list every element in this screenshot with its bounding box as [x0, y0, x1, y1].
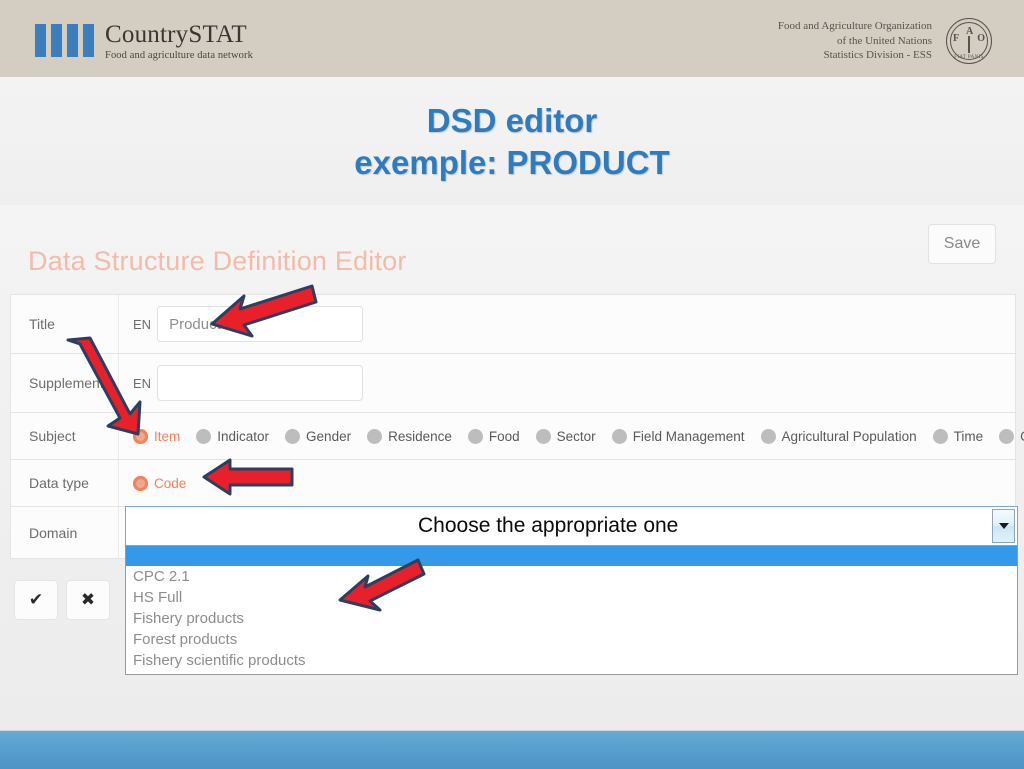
confirm-button[interactable]: ✔ [14, 580, 58, 620]
footer-band [0, 730, 1024, 769]
subject-option-geo[interactable]: Geo [999, 428, 1024, 444]
annotation-arrow-domain [338, 558, 426, 612]
subject-option-food[interactable]: Food [467, 428, 520, 444]
brand-tagline: Food and agriculture data network [105, 50, 253, 61]
fao-letter-a: A [966, 26, 974, 37]
radio-dot-icon [285, 428, 301, 444]
radio-label: Food [488, 428, 520, 444]
logo-bars-icon [35, 24, 94, 57]
domain-dropdown-list[interactable]: CPC 2.1 HS Full Fishery products Forest pro… [125, 546, 1018, 675]
subject-radio-group: Item Indicator Gender Residence Food Sector Fi… [133, 428, 1024, 444]
domain-option[interactable]: Forest products [126, 629, 1017, 650]
radio-label: Time [953, 428, 984, 444]
radio-label: Gender [306, 428, 352, 444]
subject-option-time[interactable]: Time [932, 428, 984, 444]
radio-dot-icon [467, 428, 483, 444]
domain-option[interactable]: Fishery scientific products [126, 650, 1017, 671]
radio-dot-icon [367, 428, 383, 444]
form-row-title: Title EN Product [11, 295, 1015, 354]
radio-label: Residence [388, 428, 452, 444]
radio-dot-icon [999, 428, 1015, 444]
subject-option-sector[interactable]: Sector [535, 428, 596, 444]
chevron-down-icon[interactable] [992, 509, 1015, 543]
annotation-choose-text: Choose the appropriate one [418, 514, 679, 537]
domain-option[interactable]: HS Full [126, 587, 1017, 608]
countrystat-logo: CountrySTAT Food and agriculture data ne… [35, 22, 253, 61]
radio-dot-icon [611, 428, 627, 444]
annotation-arrow-datatype [202, 458, 294, 496]
subject-option-field-management[interactable]: Field Management [611, 428, 745, 444]
fao-letter-f: F [953, 33, 960, 44]
form-row-supplement: Supplement EN [11, 354, 1015, 413]
subject-option-residence[interactable]: Residence [367, 428, 452, 444]
domain-option[interactable]: CPC 2.1 [126, 566, 1017, 587]
datatype-option-code[interactable]: Code [133, 475, 187, 491]
fao-org-text: Food and Agriculture Organization of the… [778, 19, 932, 63]
slide-title: DSD editor exemple: PRODUCT [0, 100, 1024, 184]
brand-name: CountrySTAT [105, 21, 247, 48]
domain-option[interactable]: Fishery products [126, 608, 1017, 629]
subject-option-agricultural-population[interactable]: Agricultural Population [760, 428, 917, 444]
radio-dot-icon [196, 428, 212, 444]
radio-label: Indicator [217, 428, 270, 444]
slide-root: CountrySTAT Food and agriculture data ne… [0, 0, 1024, 769]
slide-title-line2: exemple: PRODUCT [354, 144, 670, 182]
fao-org-line1: Food and Agriculture Organization [777, 20, 932, 33]
radio-label: Sector [556, 428, 596, 444]
field-subject: Item Indicator Gender Residence Food Sector Fi… [119, 413, 1024, 459]
fao-org-line2: of the United Nations [836, 34, 932, 47]
form-row-subject: Subject Item Indicator Gender Residence Food… [11, 413, 1024, 460]
radio-label: Code [154, 475, 187, 491]
subject-option-gender[interactable]: Gender [285, 428, 352, 444]
subject-option-indicator[interactable]: Indicator [196, 428, 270, 444]
save-button[interactable]: Save [928, 224, 996, 264]
form-action-buttons: ✔ ✖ [14, 580, 110, 620]
radio-label: Geo [1020, 429, 1024, 444]
datatype-radio-group: Code [133, 475, 202, 491]
radio-dot-icon [133, 475, 148, 491]
radio-label: Item [154, 428, 181, 444]
lang-tag-title: EN [133, 316, 152, 332]
fao-emblem-icon: F A O FIAT PANIS [946, 18, 992, 64]
domain-option[interactable] [126, 546, 1017, 566]
form-row-datatype: Data type Code [11, 460, 1015, 507]
label-datatype: Data type [11, 460, 119, 506]
radio-dot-icon [760, 428, 776, 444]
radio-dot-icon [535, 428, 551, 444]
supplement-input[interactable] [157, 365, 364, 401]
slide-title-line1: DSD editor [426, 102, 598, 139]
fao-logo: Food and Agriculture Organization of the… [778, 18, 992, 64]
annotation-arrow-title [210, 284, 318, 338]
fao-org-line3: Statistics Division - ESS [823, 49, 933, 62]
radio-label: Agricultural Population [781, 428, 917, 444]
label-domain: Domain [11, 507, 119, 558]
cancel-button[interactable]: ✖ [66, 580, 110, 620]
field-supplement: EN [119, 354, 1015, 412]
radio-label: Field Management [632, 428, 745, 444]
annotation-arrow-subject [66, 336, 142, 436]
page-title: Data Structure Definition Editor [28, 246, 407, 276]
radio-dot-icon [932, 428, 948, 444]
fao-motto: FIAT PANIS [954, 55, 984, 60]
fao-letter-o: O [977, 33, 985, 44]
